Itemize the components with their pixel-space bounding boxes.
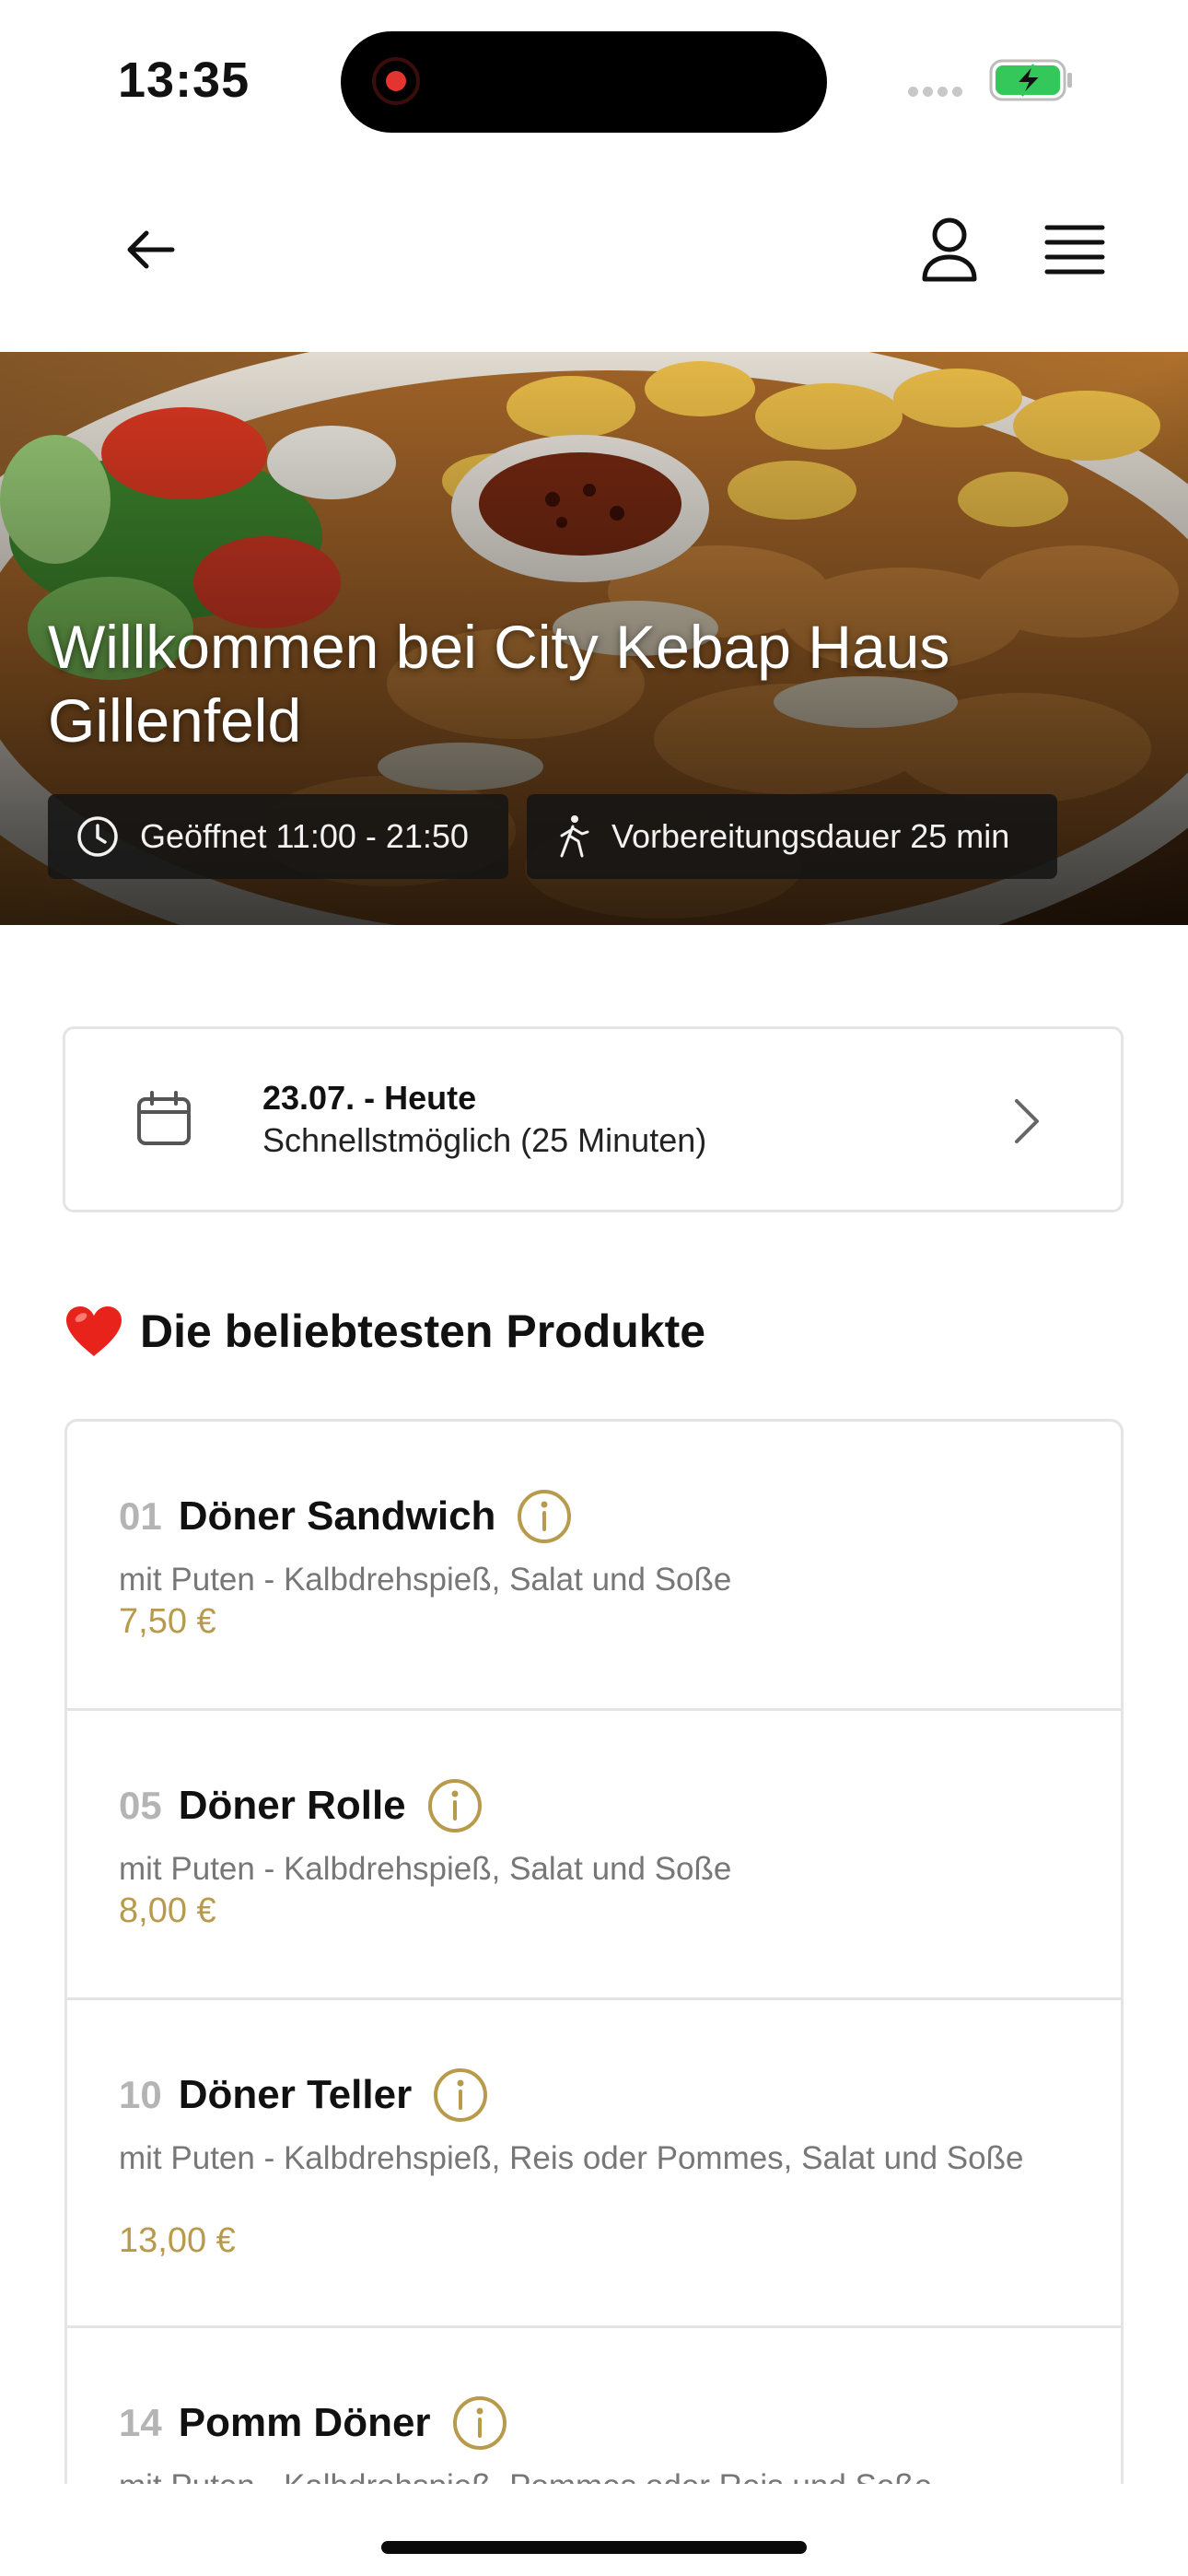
- user-icon: [922, 217, 977, 282]
- product-price: 8,00 €: [119, 1891, 216, 1930]
- opening-hours-text: Geöffnet 11:00 - 21:50: [140, 817, 469, 855]
- info-icon[interactable]: [451, 2395, 508, 2452]
- popular-products-list: 01 Döner Sandwich mit Puten - Kalbdrehsp…: [64, 1419, 1124, 2484]
- info-icon[interactable]: [432, 2067, 489, 2124]
- restaurant-welcome-title: Willkommen bei City Kebap Haus Gillenfel…: [48, 613, 950, 755]
- product-number: 01: [119, 1494, 162, 1538]
- info-icon[interactable]: [426, 1777, 483, 1834]
- recording-indicator-icon: [372, 57, 420, 105]
- product-description: mit Puten - Kalbdrehspieß, Pommes oder R…: [119, 2466, 1077, 2484]
- status-time: 13:35: [118, 53, 250, 108]
- pickup-time-selector[interactable]: 23.07. - Heute Schnellstmöglich (25 Minu…: [63, 1026, 1124, 1212]
- product-number: 05: [119, 1784, 162, 1827]
- top-navigation: [0, 157, 1188, 352]
- product-name: Döner Rolle: [178, 1783, 406, 1828]
- product-description: mit Puten - Kalbdrehspieß, Reis oder Pom…: [119, 2140, 1024, 2176]
- dynamic-island: [341, 31, 827, 133]
- product-item[interactable]: 14 Pomm Döner mit Puten - Kalbdrehspieß,…: [67, 2328, 1121, 2484]
- product-price: 13,00 €: [119, 2221, 236, 2260]
- walking-icon: [560, 815, 589, 858]
- product-name: Pomm Döner: [178, 2400, 431, 2445]
- product-description: mit Puten - Kalbdrehspieß, Salat und Soß…: [119, 1562, 732, 1598]
- pickup-time: Schnellstmöglich (25 Minuten): [262, 1121, 707, 1159]
- product-item[interactable]: 10 Döner Teller mit Puten - Kalbdrehspie…: [67, 2000, 1121, 2328]
- status-bar: 13:35: [0, 0, 1188, 157]
- back-button[interactable]: [109, 208, 192, 291]
- signal-icon: [908, 85, 967, 101]
- calendar-icon: [137, 1091, 191, 1145]
- chevron-right-icon: [1015, 1099, 1039, 1143]
- opening-hours-badge: Geöffnet 11:00 - 21:50: [48, 794, 508, 879]
- preparation-time-badge: Vorbereitungsdauer 25 min: [527, 794, 1057, 879]
- product-number: 14: [119, 2401, 162, 2444]
- account-button[interactable]: [908, 208, 991, 291]
- preparation-time-text: Vorbereitungsdauer 25 min: [611, 817, 1010, 855]
- product-name: Döner Sandwich: [178, 1493, 496, 1539]
- menu-button[interactable]: [1033, 208, 1116, 291]
- product-description: mit Puten - Kalbdrehspieß, Salat und Soß…: [119, 1851, 732, 1887]
- popular-products-title: Die beliebtesten Produkte: [140, 1306, 706, 1357]
- clock-icon: [77, 816, 118, 857]
- popular-products-heading: Die beliebtesten Produkte: [64, 1305, 705, 1358]
- pickup-date: 23.07. - Heute: [262, 1079, 477, 1117]
- back-arrow-icon: [127, 230, 175, 269]
- hero-banner: Willkommen bei City Kebap Haus Gillenfel…: [0, 352, 1188, 925]
- home-indicator[interactable]: [381, 2541, 807, 2554]
- product-name: Döner Teller: [178, 2072, 413, 2117]
- menu-icon: [1044, 225, 1105, 275]
- battery-charging-icon: [989, 59, 1072, 101]
- heart-icon: [66, 1306, 122, 1356]
- product-price: 7,50 €: [119, 1602, 216, 1641]
- product-item[interactable]: 01 Döner Sandwich mit Puten - Kalbdrehsp…: [67, 1422, 1121, 1711]
- info-icon[interactable]: [516, 1488, 573, 1545]
- product-number: 10: [119, 2073, 162, 2116]
- product-item[interactable]: 05 Döner Rolle mit Puten - Kalbdrehspieß…: [67, 1711, 1121, 2000]
